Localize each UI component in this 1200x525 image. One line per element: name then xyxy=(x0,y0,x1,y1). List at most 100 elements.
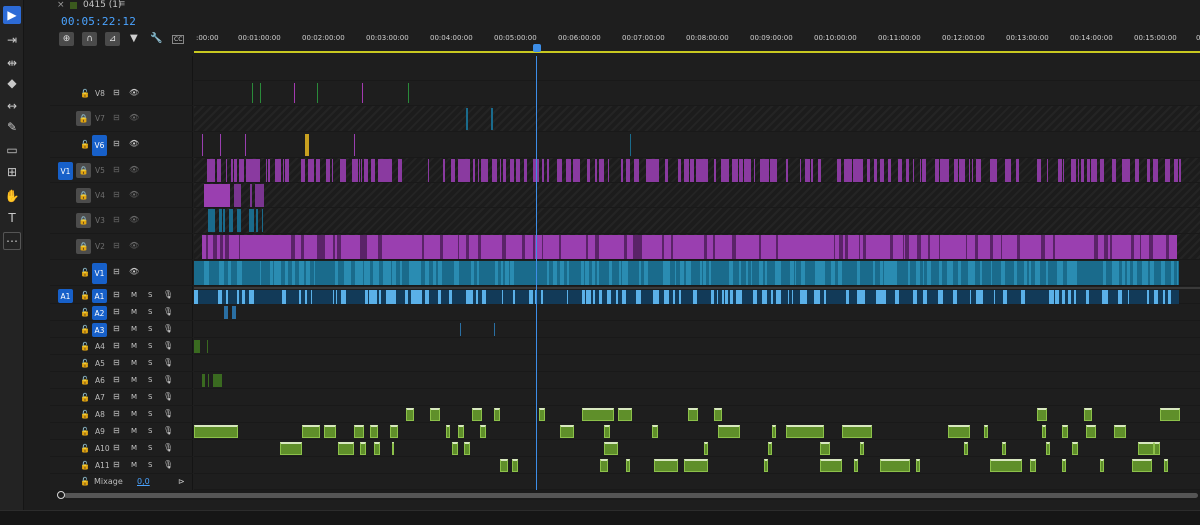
pen-icon[interactable]: ✎ xyxy=(3,118,21,136)
clip-marker[interactable] xyxy=(460,323,461,336)
unlock-icon[interactable]: 🔓 xyxy=(80,393,90,402)
audio-clip[interactable] xyxy=(582,408,614,421)
audio-clip[interactable] xyxy=(472,408,482,421)
microphone-icon[interactable]: 🎙 xyxy=(163,341,173,350)
timeline-scrollbar[interactable] xyxy=(50,490,1200,500)
clip-marker[interactable] xyxy=(220,134,221,156)
lane-a10[interactable] xyxy=(194,440,1200,457)
mute-button[interactable]: M xyxy=(131,308,137,316)
zoom-handle[interactable] xyxy=(57,491,65,499)
clip-marker[interactable] xyxy=(245,134,246,156)
audio-clip[interactable] xyxy=(370,425,378,438)
unlock-icon[interactable]: 🔓 xyxy=(80,89,90,98)
microphone-icon[interactable]: 🎙 xyxy=(163,392,173,401)
remix-icon[interactable]: ⋯ xyxy=(3,232,21,250)
playhead-timecode[interactable]: 00:05:22:12 xyxy=(61,15,136,28)
sync-lock-icon[interactable]: ⊟ xyxy=(113,409,120,418)
audio-clip[interactable] xyxy=(1086,425,1096,438)
clip-group[interactable] xyxy=(204,159,1184,182)
microphone-icon[interactable]: 🎙 xyxy=(163,290,173,299)
audio-clip[interactable] xyxy=(452,442,458,455)
clip-group[interactable] xyxy=(194,290,1179,304)
audio-clip[interactable] xyxy=(654,459,678,472)
audio-clip[interactable] xyxy=(604,425,610,438)
audio-clip[interactable] xyxy=(948,425,970,438)
audio-clip[interactable] xyxy=(324,425,336,438)
clip-group[interactable] xyxy=(230,184,264,207)
unlock-icon[interactable]: 🔓 xyxy=(80,477,90,486)
audio-clip[interactable] xyxy=(480,425,486,438)
audio-clip[interactable] xyxy=(1154,442,1160,455)
lane-a4[interactable] xyxy=(194,338,1200,355)
eye-icon[interactable]: 👁 xyxy=(129,241,139,250)
ripple-edit-icon[interactable]: ⇹ xyxy=(3,54,21,72)
audio-clip[interactable] xyxy=(430,408,440,421)
audio-clip[interactable] xyxy=(854,459,858,472)
lane-v5[interactable] xyxy=(194,158,1200,183)
lane-a1[interactable] xyxy=(194,287,1200,304)
solo-button[interactable]: S xyxy=(148,427,152,435)
audio-clip[interactable] xyxy=(714,408,722,421)
lane-v1[interactable] xyxy=(194,260,1200,286)
track-target-a1[interactable]: A1 xyxy=(92,289,107,303)
solo-button[interactable]: S xyxy=(148,376,152,384)
clip-group[interactable] xyxy=(198,374,222,387)
unlock-icon[interactable]: 🔓 xyxy=(80,140,90,149)
razor-icon[interactable]: ◆ xyxy=(3,74,21,92)
unlock-icon[interactable]: 🔓 xyxy=(80,427,90,436)
playhead-line[interactable] xyxy=(536,56,537,496)
audio-clip[interactable] xyxy=(494,408,500,421)
microphone-icon[interactable]: 🎙 xyxy=(163,443,173,452)
lane-v3[interactable] xyxy=(194,208,1200,234)
mute-button[interactable]: M xyxy=(131,376,137,384)
eye-icon[interactable]: 👁 xyxy=(129,139,139,148)
audio-clip[interactable] xyxy=(768,442,772,455)
audio-clip[interactable] xyxy=(1002,442,1006,455)
audio-clip[interactable] xyxy=(390,425,398,438)
mute-button[interactable]: M xyxy=(131,325,137,333)
lane-a6[interactable] xyxy=(194,372,1200,389)
lock-icon[interactable]: 🔒 xyxy=(76,163,91,178)
audio-clip[interactable] xyxy=(1046,442,1050,455)
audio-clip[interactable] xyxy=(1072,442,1078,455)
clip-marker[interactable] xyxy=(354,134,355,156)
audio-clip[interactable] xyxy=(764,459,768,472)
audio-clip[interactable] xyxy=(1138,442,1154,455)
audio-clip[interactable] xyxy=(1062,425,1068,438)
audio-clip[interactable] xyxy=(704,442,708,455)
solo-button[interactable]: S xyxy=(148,461,152,469)
audio-clip[interactable] xyxy=(539,408,545,421)
mute-button[interactable]: M xyxy=(131,427,137,435)
solo-button[interactable]: S xyxy=(148,393,152,401)
close-icon[interactable]: × xyxy=(57,0,65,10)
unlock-icon[interactable]: 🔓 xyxy=(80,444,90,453)
audio-clip[interactable] xyxy=(786,425,824,438)
audio-clip[interactable] xyxy=(1132,459,1152,472)
rectangle-icon[interactable]: ▭ xyxy=(3,141,21,159)
lane-v7[interactable] xyxy=(194,106,1200,132)
clip-group[interactable] xyxy=(202,235,1177,259)
nest-icon[interactable]: ⊕ xyxy=(59,32,74,46)
unlock-icon[interactable]: 🔓 xyxy=(80,291,90,300)
track-target-v1[interactable]: V1 xyxy=(92,263,107,284)
audio-clip[interactable] xyxy=(618,408,632,421)
mute-button[interactable]: M xyxy=(131,444,137,452)
track-target-a2[interactable]: A2 xyxy=(92,306,107,320)
audio-clip[interactable] xyxy=(1084,408,1092,421)
audio-clip[interactable] xyxy=(280,442,302,455)
eye-icon[interactable]: 👁 xyxy=(129,88,139,97)
microphone-icon[interactable]: 🎙 xyxy=(163,409,173,418)
playhead-handle[interactable] xyxy=(533,44,541,52)
clip-marker[interactable] xyxy=(305,134,309,156)
wrench-icon[interactable]: 🔧 xyxy=(150,33,162,44)
lane-a5[interactable] xyxy=(194,355,1200,372)
audio-clip[interactable] xyxy=(406,408,414,421)
timeline-tab[interactable]: × 0415 (1) ≡ xyxy=(50,0,1200,14)
clip-group[interactable] xyxy=(194,340,208,353)
microphone-icon[interactable]: 🎙 xyxy=(163,460,173,469)
eye-icon[interactable]: 👁 xyxy=(129,190,139,199)
mix-volume-value[interactable]: 0,0 xyxy=(137,477,150,486)
snap-icon[interactable]: ∩ xyxy=(82,32,97,46)
audio-clip[interactable] xyxy=(860,442,864,455)
lane-v2[interactable] xyxy=(194,234,1200,260)
